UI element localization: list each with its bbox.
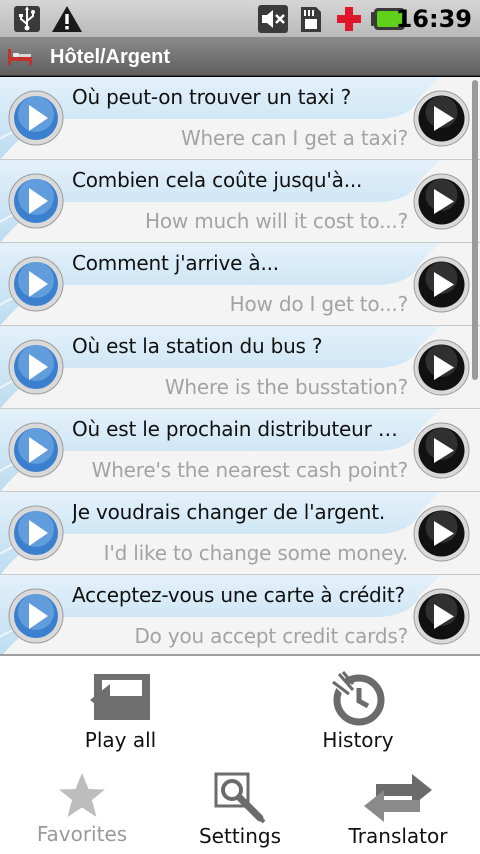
phrase-english: Where is the busstation? [164,375,408,399]
phrase-french: Où est la station du bus ? [72,334,323,358]
play-translation-button[interactable] [413,339,470,396]
phrase-row[interactable]: Où est le prochain distributeur de ... Wh… [0,409,480,492]
history-label: History [322,728,394,752]
mute-icon [258,5,288,33]
phrase-french: Je voudrais changer de l'argent. [72,500,386,524]
phrase-list[interactable]: Où peut-on trouver un taxi ? Where can I … [0,77,480,654]
play-phrase-button[interactable] [8,90,64,146]
favorites-label: Favorites [36,822,128,846]
favorites-menu-item[interactable]: Favorites [20,770,144,846]
clock: 16:39 [395,5,472,33]
phrase-row[interactable]: Acceptez-vous une carte à crédit? Do you … [0,575,480,654]
phrase-row[interactable]: Où est la station du bus ? Where is the b… [0,326,480,409]
phrase-english: How do I get to...? [229,292,408,316]
phrase-french: Où peut-on trouver un taxi ? [72,85,351,109]
play-translation-button[interactable] [413,588,470,645]
wrench-magnifier-icon [214,772,266,824]
phrase-english: Where can I get a taxi? [180,126,408,150]
phrase-english: Where's the nearest cash point? [91,458,408,482]
settings-menu-item[interactable]: Settings [180,770,300,848]
phrase-french: Comment j'arrive à... [72,251,279,275]
title-bar: Hôtel/Argent [0,38,480,76]
play-all-label: Play all [84,728,157,752]
bed-icon [8,49,32,65]
play-phrase-button[interactable] [8,505,64,561]
play-phrase-button[interactable] [8,173,64,229]
phrase-row[interactable]: Je voudrais changer de l'argent. I'd like… [0,492,480,575]
play-translation-button[interactable] [413,422,470,479]
history-menu-item[interactable]: History [288,670,428,752]
phrase-row[interactable]: Où peut-on trouver un taxi ? Where can I … [0,77,480,160]
phrase-french: Combien cela coûte jusqu'à... [72,168,363,192]
status-bar: 16:39 [0,0,480,38]
translator-menu-item[interactable]: Translator [340,770,456,848]
medical-cross-icon [337,7,361,31]
play-phrase-button[interactable] [8,588,64,644]
history-icon [332,671,385,726]
play-translation-button[interactable] [413,505,470,562]
options-menu: Play all History Favorites Settings Tran… [0,654,480,854]
phrase-french: Acceptez-vous une carte à crédit? [72,583,405,607]
play-phrase-button[interactable] [8,422,64,478]
list-scrollbar[interactable] [472,80,478,380]
sdcard-icon [301,7,321,32]
play-translation-button[interactable] [413,173,470,230]
phrase-english: How much will it cost to...? [145,209,408,233]
swap-arrows-icon [364,774,432,822]
translator-label: Translator [348,824,448,848]
repeat-icon [89,674,150,720]
play-all-menu-item[interactable]: Play all [48,670,193,752]
settings-label: Settings [198,824,282,848]
warning-icon [52,6,82,32]
play-phrase-button[interactable] [8,339,64,395]
play-translation-button[interactable] [413,90,470,147]
play-phrase-button[interactable] [8,256,64,312]
phrase-english: Do you accept credit cards? [134,624,408,648]
phrase-row[interactable]: Combien cela coûte jusqu'à... How much wi… [0,160,480,243]
page-title: Hôtel/Argent [50,46,170,68]
star-icon [59,773,105,817]
phrase-french: Où est le prochain distributeur de ... [72,417,408,441]
phrase-row[interactable]: Comment j'arrive à... How do I get to...? [0,243,480,326]
play-translation-button[interactable] [413,256,470,313]
phrase-english: I'd like to change some money. [103,541,408,565]
usb-icon [14,6,40,32]
